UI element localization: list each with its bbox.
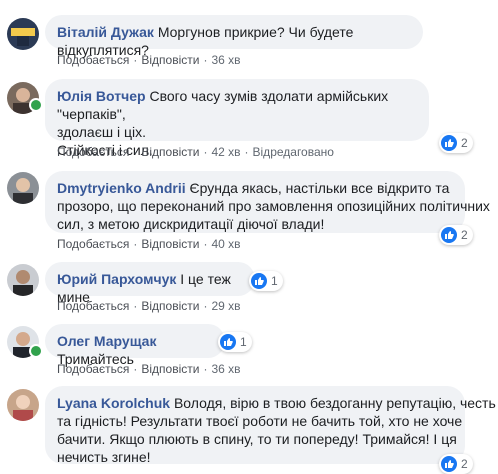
avatar[interactable] <box>7 18 39 50</box>
comment-actions: Подобається · Відповісти · 36 хв <box>57 362 241 376</box>
comment-bubble: Юлія Вотчер Свого часу зумів здолати арм… <box>45 79 429 158</box>
reply-link[interactable]: Відповісти <box>141 362 199 376</box>
like-icon <box>441 227 457 243</box>
timestamp[interactable]: 42 хв <box>211 145 240 159</box>
avatar[interactable] <box>7 389 39 421</box>
comment-text: Володя, вірю в твою бездоганну репутацію… <box>173 395 496 411</box>
like-icon <box>441 135 457 151</box>
comment-actions: Подобається · Відповісти · 42 хв · Відредагова… <box>57 145 334 159</box>
comment-text: бачити. Якщо плюють в спину, то ти попер… <box>57 431 457 447</box>
timestamp[interactable]: 29 хв <box>211 299 240 313</box>
comment-actions: Подобається · Відповісти · 29 хв <box>57 299 241 313</box>
reply-link[interactable]: Відповісти <box>141 237 199 251</box>
comment-bubble: Олег Марущак Тримайтесь <box>45 324 225 367</box>
avatar[interactable] <box>7 264 39 296</box>
like-icon <box>441 456 457 472</box>
like-link[interactable]: Подобається <box>57 237 129 251</box>
like-link[interactable]: Подобається <box>57 53 129 67</box>
avatar[interactable] <box>7 172 39 204</box>
like-link[interactable]: Подобається <box>57 299 129 313</box>
timestamp[interactable]: 36 хв <box>211 362 240 376</box>
comment-text: здолаєш і ціх. <box>57 124 146 140</box>
reaction-count[interactable]: 1 <box>218 332 252 352</box>
comment-actions: Подобається · Відповісти · 40 хв <box>57 237 241 251</box>
comment-bubble: Dmytryienko Andrii Єрунда якась, настіль… <box>45 171 490 233</box>
comment-author[interactable]: Юлія Вотчер <box>57 88 146 104</box>
comment-bubble: Lyana Korolchuk Володя, вірю в твою безд… <box>45 386 496 465</box>
reaction-count[interactable]: 1 <box>249 271 283 291</box>
reaction-count[interactable]: 2 <box>439 133 473 153</box>
reaction-count[interactable]: 2 <box>439 454 473 474</box>
like-icon <box>251 273 267 289</box>
online-status <box>29 344 43 358</box>
timestamp[interactable]: 36 хв <box>211 53 240 67</box>
comment-author[interactable]: Олег Марущак <box>57 333 156 349</box>
like-link[interactable]: Подобається <box>57 362 129 376</box>
comment-text: сил, з метою дискридитації діючої влади! <box>57 216 325 232</box>
reply-link[interactable]: Відповісти <box>141 53 199 67</box>
comment-text: нечисть згине! <box>57 449 151 465</box>
comment-text: Єрунда якась, настільки все відкрито та <box>189 180 450 196</box>
reaction-count[interactable]: 2 <box>439 225 473 245</box>
comment-text: прозоро, що переконаний про замовлення о… <box>57 198 490 214</box>
comment-text: та гідність! Результати твоєї роботи не … <box>57 413 463 429</box>
reply-link[interactable]: Відповісти <box>141 299 199 313</box>
like-link[interactable]: Подобається <box>57 145 129 159</box>
comment-bubble: Юрий Пархомчук І це теж мине <box>45 262 255 305</box>
timestamp[interactable]: 40 хв <box>211 237 240 251</box>
edited-label[interactable]: Відредаговано <box>253 145 334 159</box>
comment-author[interactable]: Lyana Korolchuk <box>57 395 170 411</box>
like-icon <box>220 334 236 350</box>
online-status <box>29 98 43 112</box>
comment-author[interactable]: Віталій Дужак <box>57 24 154 40</box>
comment-author[interactable]: Dmytryienko Andrii <box>57 180 186 196</box>
comment-author[interactable]: Юрий Пархомчук <box>57 271 176 287</box>
comment-actions: Подобається · Відповісти · 36 хв <box>57 53 241 67</box>
reply-link[interactable]: Відповісти <box>141 145 199 159</box>
comment-bubble: Віталій Дужак Моргунов прикрие? Чи будет… <box>45 15 423 58</box>
